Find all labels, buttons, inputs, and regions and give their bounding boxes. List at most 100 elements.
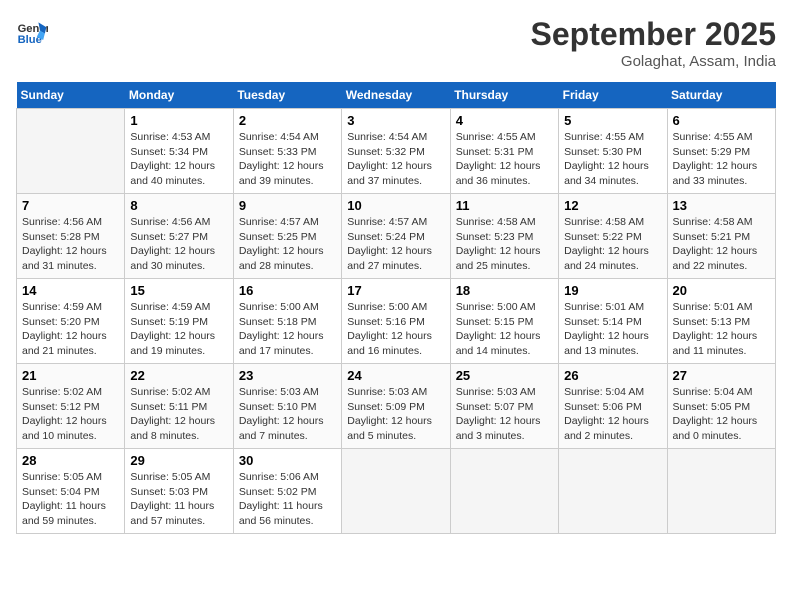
day-info: Sunrise: 5:03 AMSunset: 5:10 PMDaylight:… <box>239 385 336 444</box>
day-number: 25 <box>456 368 553 383</box>
day-info: Sunrise: 4:54 AMSunset: 5:32 PMDaylight:… <box>347 130 444 189</box>
logo: General Blue <box>16 16 48 48</box>
calendar-cell: 24 Sunrise: 5:03 AMSunset: 5:09 PMDayligh… <box>342 364 450 449</box>
day-number: 26 <box>564 368 661 383</box>
day-header-wednesday: Wednesday <box>342 82 450 109</box>
calendar-cell: 9 Sunrise: 4:57 AMSunset: 5:25 PMDaylight… <box>233 194 341 279</box>
day-info: Sunrise: 5:03 AMSunset: 5:09 PMDaylight:… <box>347 385 444 444</box>
day-info: Sunrise: 4:58 AMSunset: 5:21 PMDaylight:… <box>673 215 770 274</box>
day-number: 3 <box>347 113 444 128</box>
calendar-cell: 28 Sunrise: 5:05 AMSunset: 5:04 PMDayligh… <box>17 449 125 534</box>
day-info: Sunrise: 4:55 AMSunset: 5:31 PMDaylight:… <box>456 130 553 189</box>
calendar-week-4: 21 Sunrise: 5:02 AMSunset: 5:12 PMDayligh… <box>17 364 776 449</box>
calendar-cell: 27 Sunrise: 5:04 AMSunset: 5:05 PMDayligh… <box>667 364 775 449</box>
day-number: 14 <box>22 283 119 298</box>
calendar-cell: 4 Sunrise: 4:55 AMSunset: 5:31 PMDaylight… <box>450 109 558 194</box>
day-number: 9 <box>239 198 336 213</box>
calendar-cell <box>342 449 450 534</box>
day-number: 23 <box>239 368 336 383</box>
calendar-cell: 22Sunrise: 5:02 AMSunset: 5:11 PMDayligh… <box>125 364 233 449</box>
day-info: Sunrise: 5:02 AMSunset: 5:12 PMDaylight:… <box>22 385 119 444</box>
day-number: 19 <box>564 283 661 298</box>
day-header-tuesday: Tuesday <box>233 82 341 109</box>
calendar-cell: 5 Sunrise: 4:55 AMSunset: 5:30 PMDaylight… <box>559 109 667 194</box>
calendar-week-1: 1Sunrise: 4:53 AMSunset: 5:34 PMDaylight… <box>17 109 776 194</box>
day-number: 11 <box>456 198 553 213</box>
day-header-thursday: Thursday <box>450 82 558 109</box>
day-number: 17 <box>347 283 444 298</box>
day-info: Sunrise: 5:05 AMSunset: 5:04 PMDaylight:… <box>22 470 119 529</box>
calendar-week-3: 14 Sunrise: 4:59 AMSunset: 5:20 PMDayligh… <box>17 279 776 364</box>
calendar-cell: 16Sunrise: 5:00 AMSunset: 5:18 PMDayligh… <box>233 279 341 364</box>
calendar-cell: 18Sunrise: 5:00 AMSunset: 5:15 PMDayligh… <box>450 279 558 364</box>
day-info: Sunrise: 5:06 AMSunset: 5:02 PMDaylight:… <box>239 470 336 529</box>
day-info: Sunrise: 4:56 AMSunset: 5:27 PMDaylight:… <box>130 215 227 274</box>
calendar-cell <box>667 449 775 534</box>
day-number: 27 <box>673 368 770 383</box>
calendar-cell: 8 Sunrise: 4:56 AMSunset: 5:27 PMDaylight… <box>125 194 233 279</box>
day-number: 15 <box>130 283 227 298</box>
calendar-cell: 19 Sunrise: 5:01 AMSunset: 5:14 PMDayligh… <box>559 279 667 364</box>
calendar-week-2: 7 Sunrise: 4:56 AMSunset: 5:28 PMDaylight… <box>17 194 776 279</box>
calendar-cell: 7 Sunrise: 4:56 AMSunset: 5:28 PMDaylight… <box>17 194 125 279</box>
calendar-cell: 2 Sunrise: 4:54 AMSunset: 5:33 PMDaylight… <box>233 109 341 194</box>
day-info: Sunrise: 5:02 AMSunset: 5:11 PMDaylight:… <box>130 385 227 444</box>
calendar-cell: 12Sunrise: 4:58 AMSunset: 5:22 PMDayligh… <box>559 194 667 279</box>
calendar-cell: 29Sunrise: 5:05 AMSunset: 5:03 PMDayligh… <box>125 449 233 534</box>
day-info: Sunrise: 4:58 AMSunset: 5:23 PMDaylight:… <box>456 215 553 274</box>
day-number: 10 <box>347 198 444 213</box>
day-info: Sunrise: 5:00 AMSunset: 5:18 PMDaylight:… <box>239 300 336 359</box>
location-subtitle: Golaghat, Assam, India <box>531 53 776 70</box>
page-header: General Blue September 2025 Golaghat, As… <box>16 16 776 70</box>
calendar-header-row: SundayMondayTuesdayWednesdayThursdayFrid… <box>17 82 776 109</box>
day-info: Sunrise: 5:03 AMSunset: 5:07 PMDaylight:… <box>456 385 553 444</box>
day-number: 29 <box>130 453 227 468</box>
calendar-cell: 1Sunrise: 4:53 AMSunset: 5:34 PMDaylight… <box>125 109 233 194</box>
day-number: 2 <box>239 113 336 128</box>
calendar-cell: 21 Sunrise: 5:02 AMSunset: 5:12 PMDayligh… <box>17 364 125 449</box>
day-info: Sunrise: 4:59 AMSunset: 5:20 PMDaylight:… <box>22 300 119 359</box>
day-header-friday: Friday <box>559 82 667 109</box>
calendar-cell: 26 Sunrise: 5:04 AMSunset: 5:06 PMDayligh… <box>559 364 667 449</box>
calendar-cell <box>17 109 125 194</box>
calendar-cell: 10 Sunrise: 4:57 AMSunset: 5:24 PMDayligh… <box>342 194 450 279</box>
day-info: Sunrise: 4:57 AMSunset: 5:25 PMDaylight:… <box>239 215 336 274</box>
day-info: Sunrise: 5:00 AMSunset: 5:16 PMDaylight:… <box>347 300 444 359</box>
day-number: 28 <box>22 453 119 468</box>
day-info: Sunrise: 4:56 AMSunset: 5:28 PMDaylight:… <box>22 215 119 274</box>
day-number: 5 <box>564 113 661 128</box>
day-number: 6 <box>673 113 770 128</box>
calendar-cell <box>450 449 558 534</box>
day-number: 8 <box>130 198 227 213</box>
calendar-cell: 14 Sunrise: 4:59 AMSunset: 5:20 PMDayligh… <box>17 279 125 364</box>
calendar-cell: 15 Sunrise: 4:59 AMSunset: 5:19 PMDayligh… <box>125 279 233 364</box>
day-number: 21 <box>22 368 119 383</box>
day-info: Sunrise: 4:54 AMSunset: 5:33 PMDaylight:… <box>239 130 336 189</box>
calendar-cell: 23 Sunrise: 5:03 AMSunset: 5:10 PMDayligh… <box>233 364 341 449</box>
day-number: 18 <box>456 283 553 298</box>
day-number: 7 <box>22 198 119 213</box>
day-info: Sunrise: 5:04 AMSunset: 5:05 PMDaylight:… <box>673 385 770 444</box>
calendar-cell: 25 Sunrise: 5:03 AMSunset: 5:07 PMDayligh… <box>450 364 558 449</box>
day-info: Sunrise: 4:59 AMSunset: 5:19 PMDaylight:… <box>130 300 227 359</box>
calendar-cell: 6Sunrise: 4:55 AMSunset: 5:29 PMDaylight… <box>667 109 775 194</box>
calendar-week-5: 28 Sunrise: 5:05 AMSunset: 5:04 PMDayligh… <box>17 449 776 534</box>
title-block: September 2025 Golaghat, Assam, India <box>531 16 776 70</box>
day-number: 13 <box>673 198 770 213</box>
day-info: Sunrise: 4:58 AMSunset: 5:22 PMDaylight:… <box>564 215 661 274</box>
day-info: Sunrise: 5:01 AMSunset: 5:14 PMDaylight:… <box>564 300 661 359</box>
day-number: 30 <box>239 453 336 468</box>
calendar-cell: 20Sunrise: 5:01 AMSunset: 5:13 PMDayligh… <box>667 279 775 364</box>
day-number: 4 <box>456 113 553 128</box>
day-number: 24 <box>347 368 444 383</box>
day-header-saturday: Saturday <box>667 82 775 109</box>
day-info: Sunrise: 4:57 AMSunset: 5:24 PMDaylight:… <box>347 215 444 274</box>
day-number: 1 <box>130 113 227 128</box>
month-title: September 2025 <box>531 16 776 53</box>
calendar-cell: 30 Sunrise: 5:06 AMSunset: 5:02 PMDayligh… <box>233 449 341 534</box>
logo-icon: General Blue <box>16 16 48 48</box>
day-info: Sunrise: 5:01 AMSunset: 5:13 PMDaylight:… <box>673 300 770 359</box>
calendar-table: SundayMondayTuesdayWednesdayThursdayFrid… <box>16 82 776 534</box>
day-info: Sunrise: 4:55 AMSunset: 5:30 PMDaylight:… <box>564 130 661 189</box>
day-info: Sunrise: 5:04 AMSunset: 5:06 PMDaylight:… <box>564 385 661 444</box>
